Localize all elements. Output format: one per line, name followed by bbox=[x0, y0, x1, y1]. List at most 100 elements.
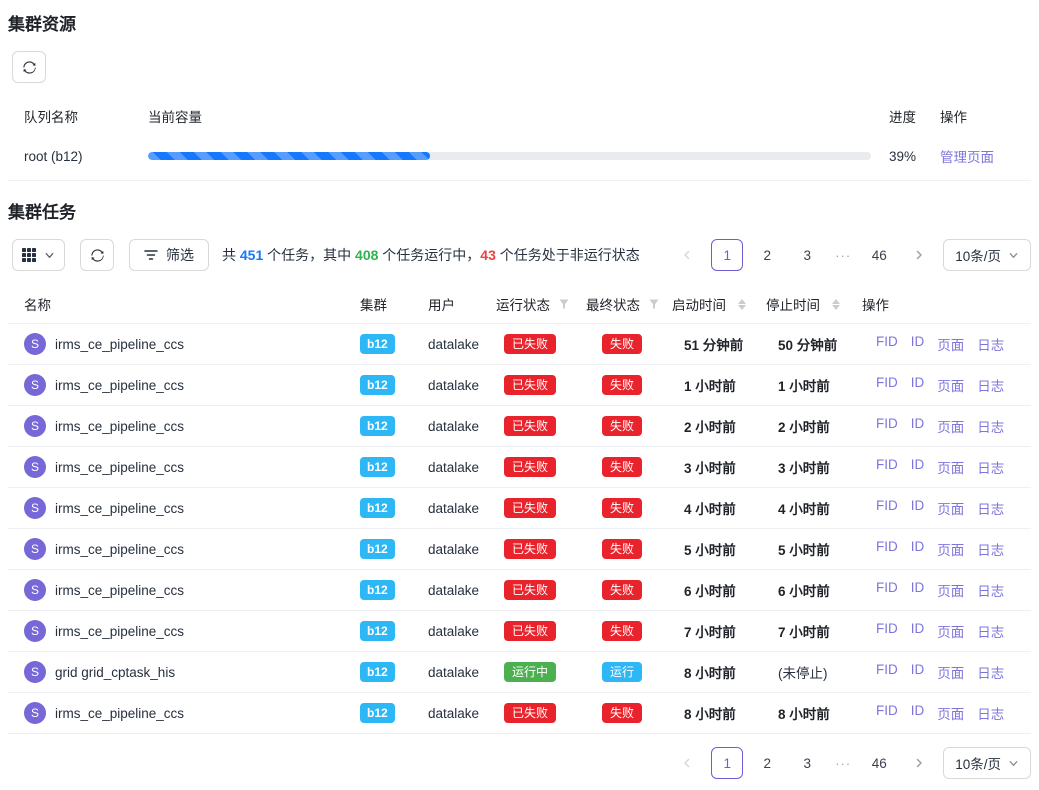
final-status-badge: 失败 bbox=[602, 580, 642, 600]
page-link[interactable]: 页面 bbox=[937, 539, 964, 559]
id-link[interactable]: ID bbox=[911, 621, 925, 641]
log-link[interactable]: 日志 bbox=[977, 662, 1004, 682]
fid-link[interactable]: FID bbox=[876, 580, 898, 600]
filter-button[interactable]: 筛选 bbox=[129, 239, 209, 271]
spark-avatar: S bbox=[24, 579, 46, 601]
queue-table: 队列名称 当前容量 进度 操作 root (b12) 39% 管理页面 bbox=[8, 100, 1031, 181]
sort-icon[interactable] bbox=[832, 299, 840, 310]
run-status-badge: 已失败 bbox=[504, 457, 556, 477]
table-row: Sirms_ce_pipeline_ccs b12 datalake 已失败 失… bbox=[8, 529, 1031, 570]
run-status-badge: 已失败 bbox=[504, 539, 556, 559]
page-link[interactable]: 页面 bbox=[937, 334, 964, 354]
page-link[interactable]: 页面 bbox=[937, 375, 964, 395]
page-link[interactable]: 页面 bbox=[937, 416, 964, 436]
page-number-1[interactable]: 1 bbox=[711, 239, 743, 271]
page-link[interactable]: 页面 bbox=[937, 580, 964, 600]
start-time-cell: 5 小时前 bbox=[672, 539, 766, 559]
page-size-select[interactable]: 10条/页 bbox=[943, 239, 1031, 271]
stop-time-cell: 5 小时前 bbox=[766, 539, 862, 559]
page-number-1[interactable]: 1 bbox=[711, 747, 743, 779]
page-link[interactable]: 页面 bbox=[937, 498, 964, 518]
fid-link[interactable]: FID bbox=[876, 457, 898, 477]
next-page-button[interactable] bbox=[903, 747, 935, 779]
fid-link[interactable]: FID bbox=[876, 539, 898, 559]
page-link[interactable]: 页面 bbox=[937, 662, 964, 682]
fid-link[interactable]: FID bbox=[876, 375, 898, 395]
prev-page-button[interactable] bbox=[671, 239, 703, 271]
next-page-button[interactable] bbox=[903, 239, 935, 271]
id-link[interactable]: ID bbox=[911, 457, 925, 477]
chevron-down-icon bbox=[44, 250, 55, 261]
total-tasks-count: 451 bbox=[240, 247, 263, 263]
page-link[interactable]: 页面 bbox=[937, 703, 964, 723]
log-link[interactable]: 日志 bbox=[977, 621, 1004, 641]
final-status-header[interactable]: 最终状态 bbox=[586, 294, 672, 314]
fid-link[interactable]: FID bbox=[876, 621, 898, 641]
user-cell: datalake bbox=[424, 665, 496, 680]
running-tasks-count: 408 bbox=[355, 247, 378, 263]
table-row: Sirms_ce_pipeline_ccs b12 datalake 已失败 失… bbox=[8, 365, 1031, 406]
cluster-tag: b12 bbox=[360, 334, 395, 354]
log-link[interactable]: 日志 bbox=[977, 416, 1004, 436]
id-link[interactable]: ID bbox=[911, 334, 925, 354]
run-status-badge: 已失败 bbox=[504, 416, 556, 436]
log-link[interactable]: 日志 bbox=[977, 703, 1004, 723]
cluster-tasks-title: 集群任务 bbox=[8, 204, 1031, 222]
log-link[interactable]: 日志 bbox=[977, 457, 1004, 477]
page-ellipsis[interactable]: ··· bbox=[831, 756, 855, 771]
start-time-cell: 8 小时前 bbox=[672, 662, 766, 682]
view-mode-button[interactable] bbox=[12, 239, 65, 271]
page-number-3[interactable]: 3 bbox=[791, 239, 823, 271]
fid-link[interactable]: FID bbox=[876, 703, 898, 723]
id-link[interactable]: ID bbox=[911, 375, 925, 395]
user-cell: datalake bbox=[424, 460, 496, 475]
prev-page-button[interactable] bbox=[671, 747, 703, 779]
name-header: 名称 bbox=[8, 294, 360, 314]
page-size-select[interactable]: 10条/页 bbox=[943, 747, 1031, 779]
table-row: Sirms_ce_pipeline_ccs b12 datalake 已失败 失… bbox=[8, 570, 1031, 611]
fid-link[interactable]: FID bbox=[876, 662, 898, 682]
queue-row: root (b12) 39% 管理页面 bbox=[8, 132, 1031, 181]
page-number-46[interactable]: 46 bbox=[863, 747, 895, 779]
cluster-resources-section: 集群资源 队列名称 当前容量 进度 操作 root (b12) 39% 管理页面 bbox=[8, 16, 1031, 181]
log-link[interactable]: 日志 bbox=[977, 498, 1004, 518]
user-cell: datalake bbox=[424, 501, 496, 516]
page-number-3[interactable]: 3 bbox=[791, 747, 823, 779]
refresh-button[interactable] bbox=[12, 51, 46, 83]
id-link[interactable]: ID bbox=[911, 539, 925, 559]
pagination-bottom-row: 1 2 3 ··· 46 10条/页 bbox=[8, 747, 1031, 779]
id-link[interactable]: ID bbox=[911, 580, 925, 600]
capacity-header: 当前容量 bbox=[148, 106, 871, 126]
page-ellipsis[interactable]: ··· bbox=[831, 248, 855, 263]
filter-funnel-icon[interactable] bbox=[648, 298, 660, 310]
run-status-header[interactable]: 运行状态 bbox=[496, 294, 586, 314]
stop-time-header[interactable]: 停止时间 bbox=[766, 294, 862, 314]
id-link[interactable]: ID bbox=[911, 416, 925, 436]
page-link[interactable]: 页面 bbox=[937, 457, 964, 477]
summary-text: 个任务运行中， bbox=[378, 247, 480, 263]
refresh-tasks-button[interactable] bbox=[80, 239, 114, 271]
filter-funnel-icon[interactable] bbox=[558, 298, 570, 310]
manage-page-link[interactable]: 管理页面 bbox=[940, 150, 994, 165]
run-status-badge: 已失败 bbox=[504, 580, 556, 600]
fid-link[interactable]: FID bbox=[876, 334, 898, 354]
fid-link[interactable]: FID bbox=[876, 498, 898, 518]
final-status-badge: 失败 bbox=[602, 621, 642, 641]
spark-avatar: S bbox=[24, 415, 46, 437]
id-link[interactable]: ID bbox=[911, 662, 925, 682]
start-time-header[interactable]: 启动时间 bbox=[672, 294, 766, 314]
log-link[interactable]: 日志 bbox=[977, 580, 1004, 600]
log-link[interactable]: 日志 bbox=[977, 375, 1004, 395]
page-number-2[interactable]: 2 bbox=[751, 747, 783, 779]
page-number-2[interactable]: 2 bbox=[751, 239, 783, 271]
sort-icon[interactable] bbox=[738, 299, 746, 310]
id-link[interactable]: ID bbox=[911, 703, 925, 723]
log-link[interactable]: 日志 bbox=[977, 334, 1004, 354]
spark-avatar: S bbox=[24, 661, 46, 683]
id-link[interactable]: ID bbox=[911, 498, 925, 518]
page-size-value: 10条/页 bbox=[955, 753, 1001, 773]
fid-link[interactable]: FID bbox=[876, 416, 898, 436]
log-link[interactable]: 日志 bbox=[977, 539, 1004, 559]
page-number-46[interactable]: 46 bbox=[863, 239, 895, 271]
page-link[interactable]: 页面 bbox=[937, 621, 964, 641]
